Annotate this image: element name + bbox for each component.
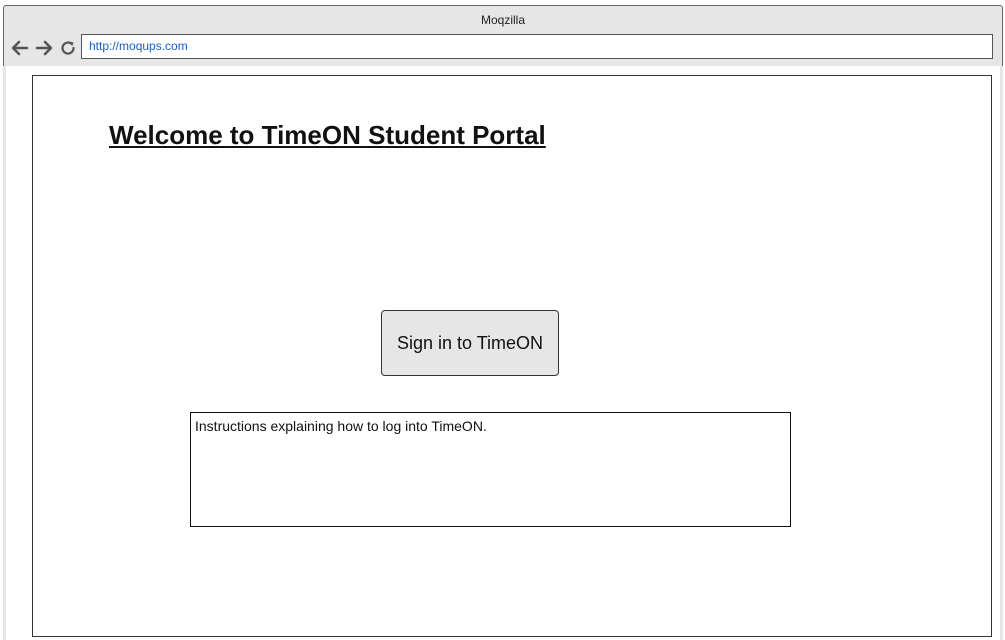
address-bar[interactable]: http://moqups.com	[81, 34, 993, 59]
instructions-text-box: Instructions explaining how to log into …	[190, 412, 791, 527]
page-title: Welcome to TimeON Student Portal	[109, 120, 546, 150]
back-arrow-icon[interactable]	[11, 39, 29, 57]
reload-icon[interactable]	[59, 39, 77, 57]
sign-in-button[interactable]: Sign in to TimeON	[381, 310, 559, 376]
forward-arrow-icon[interactable]	[35, 39, 53, 57]
window-title: Moqzilla	[480, 13, 525, 27]
browser-toolbar: Moqzilla http://moqups.com	[3, 5, 1003, 67]
instructions-text: Instructions explaining how to log into …	[195, 418, 487, 434]
